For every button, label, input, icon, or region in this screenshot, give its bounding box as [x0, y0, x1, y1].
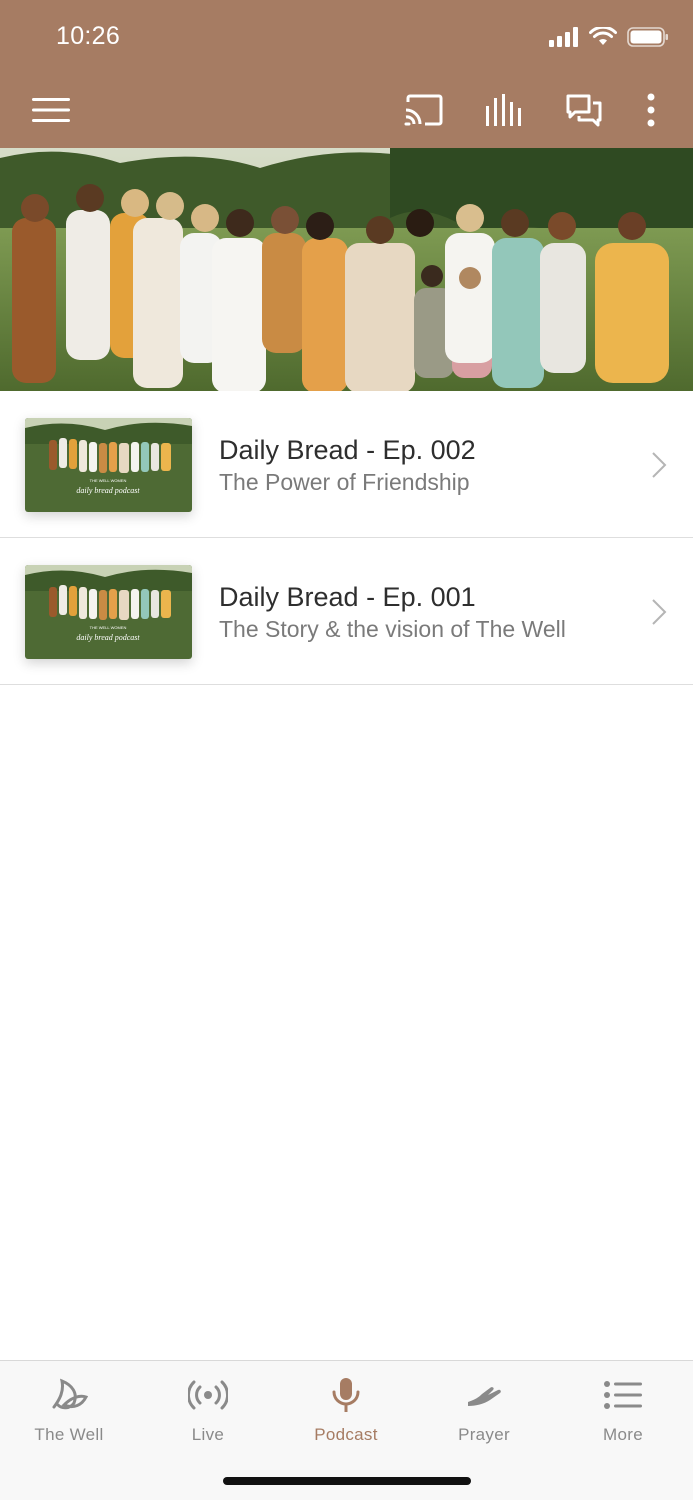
hero-group-photo	[0, 148, 693, 391]
episode-title: Daily Bread - Ep. 002	[219, 435, 476, 465]
episode-row[interactable]: THE WELL WOMEN daily bread podcast Daily…	[0, 538, 693, 685]
tab-label: Live	[191, 1425, 225, 1444]
tab-prayer[interactable]: Prayer	[424, 1375, 544, 1445]
episode-title: Daily Bread - Ep. 001	[219, 582, 476, 612]
tab-live[interactable]: Live	[148, 1375, 268, 1445]
app-header: 10:26	[0, 0, 693, 148]
status-time: 10:26	[56, 22, 121, 50]
cast-icon[interactable]	[403, 90, 445, 130]
tab-podcast[interactable]: Podcast	[286, 1375, 406, 1445]
tab-label: Podcast	[314, 1425, 378, 1444]
home-indicator	[223, 1477, 471, 1485]
chevron-right-icon	[652, 599, 667, 625]
thumb-caption: daily bread podcast	[76, 486, 140, 495]
thumb-caption: daily bread podcast	[76, 633, 140, 642]
list-icon	[603, 1375, 643, 1415]
audio-bars-icon[interactable]	[483, 90, 525, 130]
signal-icon	[549, 27, 578, 47]
leaf-icon	[49, 1375, 89, 1415]
chevron-right-icon	[652, 452, 667, 478]
episode-row[interactable]: THE WELL WOMEN daily bread podcast Daily…	[0, 391, 693, 538]
battery-icon	[627, 27, 668, 47]
praying-hands-icon	[464, 1375, 504, 1415]
chat-icon[interactable]	[563, 90, 605, 130]
tab-label: More	[603, 1425, 643, 1444]
thumb-kicker: THE WELL WOMEN	[90, 478, 127, 483]
tab-the-well[interactable]: The Well	[9, 1375, 129, 1445]
status-icons	[549, 27, 669, 47]
episode-subtitle: The Story & the vision of The Well	[219, 616, 566, 642]
episode-thumbnail: THE WELL WOMEN daily bread podcast	[25, 565, 192, 659]
episode-subtitle: The Power of Friendship	[219, 469, 470, 495]
microphone-icon	[326, 1375, 366, 1415]
tab-more[interactable]: More	[563, 1375, 683, 1445]
broadcast-icon	[188, 1375, 228, 1415]
tab-label: Prayer	[458, 1425, 510, 1444]
episode-list: THE WELL WOMEN daily bread podcast Daily…	[0, 391, 693, 685]
menu-icon[interactable]	[30, 90, 72, 130]
episode-thumbnail: THE WELL WOMEN daily bread podcast	[25, 418, 192, 512]
wifi-icon	[589, 27, 617, 45]
more-vertical-icon[interactable]	[643, 90, 659, 130]
tab-label: The Well	[34, 1425, 104, 1444]
thumb-kicker: THE WELL WOMEN	[90, 625, 127, 630]
